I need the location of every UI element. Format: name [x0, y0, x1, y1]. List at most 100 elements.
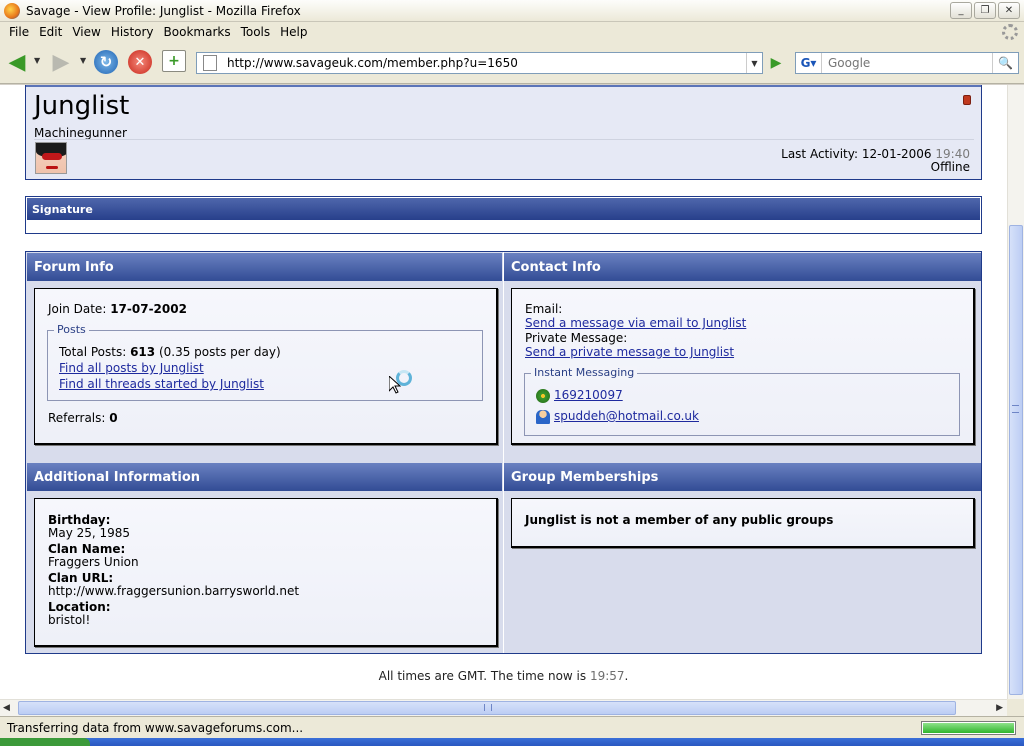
search-input[interactable]	[822, 56, 982, 70]
private-message-link[interactable]: Send a private message to Junglist	[525, 345, 734, 359]
icq-entry: 169210097	[536, 388, 623, 403]
search-bar[interactable]: G▾ 🔍	[795, 52, 1019, 74]
total-posts: Total Posts: 613 (0.35 posts per day)	[59, 345, 281, 359]
address-bar[interactable]: http://www.savageuk.com/member.php?u=165…	[196, 52, 763, 74]
forward-arrow-icon[interactable]: ▶	[48, 50, 74, 75]
instant-messaging-legend: Instant Messaging	[531, 366, 638, 379]
go-arrow-icon[interactable]: ▶	[765, 52, 787, 74]
progress-fill	[923, 723, 1014, 733]
avatar	[35, 142, 67, 174]
back-history-dropdown-icon[interactable]: ▼	[34, 56, 40, 65]
group-membership-message: Junglist is not a member of any public g…	[525, 513, 834, 527]
contact-info-panel: Email: Send a message via email to Jungl…	[511, 288, 975, 445]
referrals-label: Referrals:	[48, 411, 106, 425]
firefox-icon	[4, 2, 20, 19]
page-icon	[203, 55, 217, 71]
find-posts-link[interactable]: Find all posts by Junglist	[59, 361, 204, 375]
msn-entry: spuddeh@hotmail.co.uk	[536, 409, 699, 424]
clan-name-label: Clan Name:	[48, 542, 126, 556]
signature-heading: Signature	[27, 198, 980, 220]
scroll-left-icon[interactable]: ◀	[3, 703, 10, 713]
vertical-scrollbar[interactable]	[1007, 85, 1024, 699]
group-memberships-panel: Junglist is not a member of any public g…	[511, 498, 975, 548]
instant-messaging-fieldset: Instant Messaging 169210097 spuddeh@hotm…	[524, 366, 960, 436]
footer-time: All times are GMT. The time now is 19:57…	[0, 669, 1007, 683]
status-bar: Transferring data from www.savageforums.…	[0, 716, 1024, 738]
window-title: Savage - View Profile: Junglist - Mozill…	[26, 3, 301, 18]
start-button[interactable]	[0, 738, 90, 746]
online-status: Offline	[930, 160, 970, 174]
icq-link[interactable]: 169210097	[554, 388, 623, 402]
join-date-label: Join Date:	[48, 302, 107, 316]
menu-bar: File Edit View History Bookmarks Tools H…	[0, 22, 1024, 42]
mouse-cursor-icon	[389, 376, 401, 394]
find-threads-link[interactable]: Find all threads started by Junglist	[59, 377, 264, 391]
additional-info-panel: Birthday: May 25, 1985 Clan Name: Fragge…	[34, 498, 498, 647]
forward-history-dropdown-icon[interactable]: ▼	[80, 56, 86, 65]
status-text: Transferring data from www.savageforums.…	[7, 721, 304, 735]
clan-name-value: Fraggers Union	[48, 555, 139, 569]
google-engine-icon[interactable]: G▾	[796, 53, 822, 73]
menu-file[interactable]: File	[4, 25, 34, 39]
scroll-right-icon[interactable]: ▶	[996, 703, 1003, 713]
birthday-value: May 25, 1985	[48, 526, 131, 540]
back-arrow-icon[interactable]: ◀	[4, 50, 30, 75]
referrals-value: 0	[109, 411, 118, 425]
icq-flower-icon[interactable]	[536, 388, 550, 403]
join-date-value: 17-07-2002	[110, 302, 187, 316]
forum-info-panel: Join Date: 17-07-2002 Posts Total Posts:…	[34, 288, 498, 445]
minimize-button[interactable]: _	[950, 2, 972, 19]
url-dropdown-icon[interactable]: ▼	[746, 53, 762, 73]
profile-user-title: Machinegunner	[34, 126, 127, 140]
menu-bookmarks[interactable]: Bookmarks	[159, 25, 236, 39]
windows-taskbar	[0, 738, 1024, 746]
menu-edit[interactable]: Edit	[34, 25, 67, 39]
offline-status-icon	[963, 95, 971, 105]
menu-history[interactable]: History	[106, 25, 159, 39]
menu-help[interactable]: Help	[275, 25, 312, 39]
last-activity-label: Last Activity:	[781, 147, 858, 161]
birthday-label: Birthday:	[48, 513, 111, 527]
restore-button[interactable]: ❐	[974, 2, 996, 19]
scroll-corner	[1007, 699, 1024, 716]
location-label: Location:	[48, 600, 111, 614]
clan-url-label: Clan URL:	[48, 571, 114, 585]
additional-info-heading: Additional Information	[27, 463, 502, 491]
menu-view[interactable]: View	[67, 25, 105, 39]
profile-username: Junglist	[34, 91, 130, 121]
profile-divider	[34, 139, 974, 140]
navigation-toolbar: ◀ ▼ ▶ ▼ ↻ ✕ + http://www.savageuk.com/me…	[0, 42, 1024, 84]
throbber-icon	[1002, 24, 1018, 40]
join-date: Join Date: 17-07-2002	[48, 302, 187, 316]
signature-box: Signature	[25, 196, 982, 234]
msn-link[interactable]: spuddeh@hotmail.co.uk	[554, 409, 699, 423]
window-controls: _ ❐ ✕	[950, 2, 1020, 19]
new-tab-icon[interactable]: +	[162, 50, 186, 72]
referrals: Referrals: 0	[48, 411, 118, 425]
url-text[interactable]: http://www.savageuk.com/member.php?u=165…	[227, 56, 518, 70]
msn-buddy-icon[interactable]	[536, 409, 550, 424]
stop-icon[interactable]: ✕	[128, 50, 152, 74]
menu-tools[interactable]: Tools	[236, 25, 276, 39]
column-separator	[503, 252, 504, 653]
profile-header-strip	[26, 85, 981, 87]
total-posts-label: Total Posts:	[59, 345, 127, 359]
email-link[interactable]: Send a message via email to Junglist	[525, 316, 746, 330]
horizontal-scroll-grip	[484, 704, 492, 711]
group-memberships-heading: Group Memberships	[504, 463, 981, 491]
posts-legend: Posts	[54, 323, 89, 336]
vertical-scroll-grip	[1012, 405, 1019, 413]
horizontal-scrollbar[interactable]: ◀ ▶	[0, 699, 1007, 716]
email-label: Email:	[525, 302, 563, 316]
private-message-label: Private Message:	[525, 331, 628, 345]
profile-header: Junglist Machinegunner Last Activity: 12…	[25, 85, 982, 180]
page-viewport: Junglist Machinegunner Last Activity: 12…	[0, 85, 1007, 699]
last-activity-time: 19:40	[935, 147, 970, 161]
reload-icon[interactable]: ↻	[94, 50, 118, 74]
close-button[interactable]: ✕	[998, 2, 1020, 19]
vertical-scroll-thumb[interactable]	[1009, 225, 1023, 695]
posts-fieldset: Posts Total Posts: 613 (0.35 posts per d…	[47, 323, 483, 401]
last-activity: Last Activity: 12-01-2006 19:40	[781, 147, 970, 161]
title-bar: Savage - View Profile: Junglist - Mozill…	[0, 0, 1024, 22]
search-magnifier-icon[interactable]: 🔍	[992, 53, 1018, 73]
